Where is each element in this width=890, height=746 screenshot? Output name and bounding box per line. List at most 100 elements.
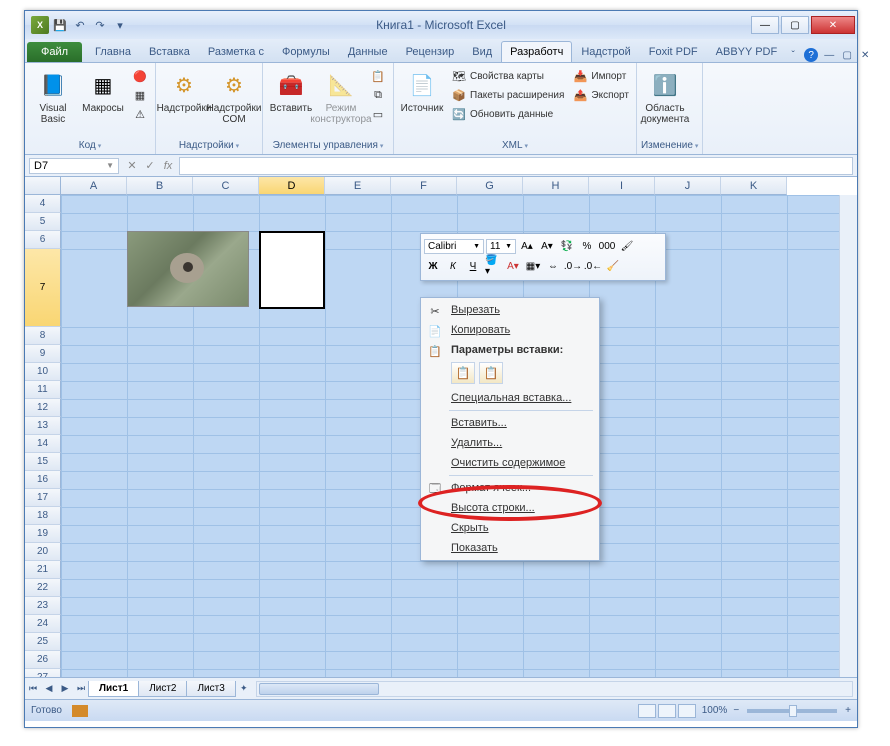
insert-control-button[interactable]: 🧰Вставить: [267, 67, 315, 116]
tab-view[interactable]: Вид: [463, 41, 501, 62]
increase-decimal-icon[interactable]: .0→: [564, 257, 582, 275]
record-macro-button[interactable]: 🔴: [129, 67, 151, 85]
row-header[interactable]: 8: [25, 327, 61, 345]
row-header[interactable]: 26: [25, 651, 61, 669]
help-icon[interactable]: ?: [804, 48, 818, 62]
row-header[interactable]: 24: [25, 615, 61, 633]
tab-insert[interactable]: Вставка: [140, 41, 199, 62]
decrease-decimal-icon[interactable]: .0←: [584, 257, 602, 275]
last-sheet-button[interactable]: ⏭: [73, 681, 89, 697]
tab-data[interactable]: Данные: [339, 41, 397, 62]
macros-button[interactable]: ▦Макросы: [79, 67, 127, 116]
row-header[interactable]: 10: [25, 363, 61, 381]
sheet-tab-2[interactable]: Лист2: [138, 681, 187, 697]
menu-cut[interactable]: ✂Вырезать: [423, 300, 597, 320]
relative-refs-button[interactable]: ▦: [129, 86, 151, 104]
tab-foxit[interactable]: Foxit PDF: [640, 41, 707, 62]
horizontal-scrollbar[interactable]: [256, 681, 853, 697]
row-header[interactable]: 16: [25, 471, 61, 489]
view-normal-button[interactable]: [638, 704, 656, 718]
new-sheet-button[interactable]: ✦: [236, 681, 252, 697]
menu-clear-contents[interactable]: Очистить содержимое: [423, 453, 597, 473]
minimize-ribbon-icon[interactable]: ˇ: [786, 48, 800, 62]
column-header[interactable]: I: [589, 177, 655, 195]
row-header[interactable]: 12: [25, 399, 61, 417]
row-header[interactable]: 22: [25, 579, 61, 597]
map-props-button[interactable]: 🗺Свойства карты: [448, 67, 567, 85]
menu-show[interactable]: Показать: [423, 538, 597, 558]
tab-home[interactable]: Главна: [86, 41, 140, 62]
minimize-button[interactable]: —: [751, 16, 779, 34]
formula-input[interactable]: [179, 157, 853, 175]
active-cell[interactable]: [259, 231, 325, 309]
doc-max-icon[interactable]: ▢: [840, 48, 854, 62]
select-all-corner[interactable]: [25, 177, 61, 195]
menu-format-cells[interactable]: 🗔Формат ячеек...: [423, 478, 597, 498]
percent-style-icon[interactable]: %: [578, 237, 596, 255]
clear-format-icon[interactable]: 🧹: [604, 257, 622, 275]
row-header[interactable]: 13: [25, 417, 61, 435]
sheet-tab-3[interactable]: Лист3: [186, 681, 235, 697]
column-header[interactable]: G: [457, 177, 523, 195]
tab-page-layout[interactable]: Разметка с: [199, 41, 273, 62]
row-header[interactable]: 14: [25, 435, 61, 453]
font-family-combo[interactable]: Calibri▼: [424, 239, 484, 254]
paste-default-icon[interactable]: 📋: [451, 362, 475, 384]
cancel-formula-icon[interactable]: ✕: [123, 157, 141, 173]
embedded-image[interactable]: [127, 231, 249, 307]
vertical-scrollbar[interactable]: [839, 195, 857, 677]
underline-button[interactable]: Ч: [464, 257, 482, 275]
column-header[interactable]: C: [193, 177, 259, 195]
row-header[interactable]: 19: [25, 525, 61, 543]
save-icon[interactable]: 💾: [51, 16, 69, 34]
paste-values-icon[interactable]: 📋: [479, 362, 503, 384]
increase-font-icon[interactable]: A▴: [518, 237, 536, 255]
font-color-icon[interactable]: A▾: [504, 257, 522, 275]
tab-addins[interactable]: Надстрой: [572, 41, 639, 62]
fill-color-icon[interactable]: 🪣▾: [484, 257, 502, 275]
italic-button[interactable]: К: [444, 257, 462, 275]
import-button[interactable]: 📥Импорт: [569, 67, 632, 85]
row-header[interactable]: 15: [25, 453, 61, 471]
column-header[interactable]: F: [391, 177, 457, 195]
source-button[interactable]: 📄Источник: [398, 67, 446, 116]
next-sheet-button[interactable]: ▶: [57, 681, 73, 697]
tab-developer[interactable]: Разработч: [501, 41, 572, 62]
close-button[interactable]: ✕: [811, 16, 855, 34]
visual-basic-button[interactable]: 📘Visual Basic: [29, 67, 77, 127]
row-header[interactable]: 21: [25, 561, 61, 579]
macro-security-button[interactable]: ⚠: [129, 105, 151, 123]
prev-sheet-button[interactable]: ◀: [41, 681, 57, 697]
column-header[interactable]: K: [721, 177, 787, 195]
menu-copy[interactable]: 📄Копировать: [423, 320, 597, 340]
tab-formulas[interactable]: Формулы: [273, 41, 339, 62]
column-header[interactable]: J: [655, 177, 721, 195]
macro-record-icon[interactable]: [72, 705, 88, 717]
qat-more-icon[interactable]: ▾: [111, 16, 129, 34]
zoom-out-button[interactable]: −: [733, 705, 739, 716]
column-header[interactable]: D: [259, 177, 325, 195]
row-header[interactable]: 17: [25, 489, 61, 507]
undo-icon[interactable]: ↶: [71, 16, 89, 34]
addins-button[interactable]: ⚙Надстройки: [160, 67, 208, 116]
tab-abbyy[interactable]: ABBYY PDF: [707, 41, 787, 62]
row-header[interactable]: 9: [25, 345, 61, 363]
row-header[interactable]: 4: [25, 195, 61, 213]
expansion-packs-button[interactable]: 📦Пакеты расширения: [448, 86, 567, 104]
bold-button[interactable]: Ж: [424, 257, 442, 275]
fx-icon[interactable]: fx: [159, 158, 177, 174]
decrease-font-icon[interactable]: A▾: [538, 237, 556, 255]
borders-icon[interactable]: ▦▾: [524, 257, 542, 275]
zoom-slider[interactable]: [747, 709, 837, 713]
row-header[interactable]: 25: [25, 633, 61, 651]
merge-center-icon[interactable]: ⇔: [544, 257, 562, 275]
confirm-formula-icon[interactable]: ✓: [141, 157, 159, 173]
row-header[interactable]: 5: [25, 213, 61, 231]
menu-row-height[interactable]: Высота строки...: [423, 498, 597, 518]
column-header[interactable]: H: [523, 177, 589, 195]
view-code-button[interactable]: ⧉: [367, 86, 389, 104]
name-box[interactable]: D7▼: [29, 158, 119, 174]
row-header[interactable]: 6: [25, 231, 61, 249]
doc-min-icon[interactable]: —: [822, 48, 836, 62]
column-header[interactable]: A: [61, 177, 127, 195]
